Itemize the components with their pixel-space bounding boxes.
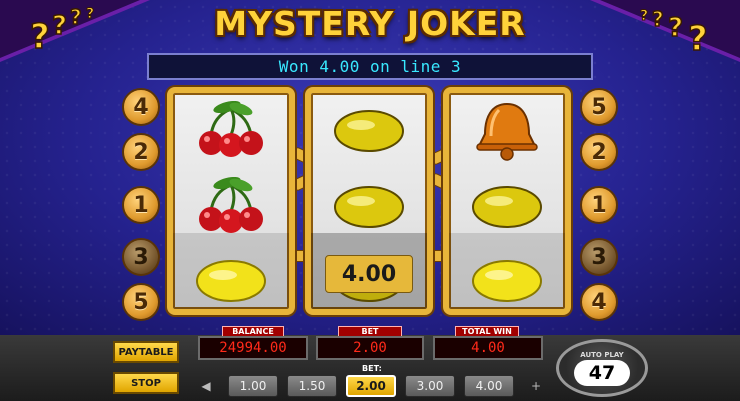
payline-badge-right[interactable]: 4 [580,283,618,321]
bet-option-button[interactable]: 1.50 [287,375,337,397]
payline-badge-left[interactable]: 2 [122,133,160,171]
payline-badge-left[interactable]: 1 [122,186,160,224]
cherries-icon [173,171,289,243]
payline-badge-right[interactable]: 5 [580,88,618,126]
game-title: MYSTERY JOKER [214,4,526,43]
lemon-icon [311,95,427,167]
lemon-icon [311,171,427,243]
bet-option-button[interactable]: 3.00 [405,375,455,397]
bet-display: 2.00 [316,336,424,360]
reel-1 [167,87,295,315]
payline-badge-right[interactable]: 3 [580,238,618,276]
lemon-icon [173,245,289,309]
payline-badge-left[interactable]: 4 [122,88,160,126]
payline-badge-right[interactable]: 2 [580,133,618,171]
line-win-amount: 4.00 [325,255,413,293]
autoplay-label: AUTO PLAY [580,350,624,359]
bet-increase-button[interactable]: + [528,378,544,394]
autoplay-count: 47 [574,359,630,386]
cherries-icon [173,95,289,167]
autoplay-button[interactable]: AUTO PLAY 47 [556,339,648,397]
paytable-button[interactable]: PAYTABLE [113,341,179,363]
payline-badge-left[interactable]: 3 [122,238,160,276]
total-win-display: 4.00 [433,336,543,360]
bet-option-button[interactable]: 1.00 [228,375,278,397]
lemon-icon [449,245,565,309]
bet-option-button[interactable]: 4.00 [464,375,514,397]
bell-icon [449,95,565,167]
payline-badge-left[interactable]: 5 [122,283,160,321]
lemon-icon [449,171,565,243]
bet-selector-caption: BET: [362,364,382,373]
win-message: Won 4.00 on line 3 [147,53,593,80]
bet-option-button-selected[interactable]: 2.00 [346,375,396,397]
reel-3 [443,87,571,315]
stop-button[interactable]: STOP [113,372,179,394]
bet-decrease-button[interactable]: ◀ [198,378,214,394]
payline-badge-right[interactable]: 1 [580,186,618,224]
balance-display: 24994.00 [198,336,308,360]
